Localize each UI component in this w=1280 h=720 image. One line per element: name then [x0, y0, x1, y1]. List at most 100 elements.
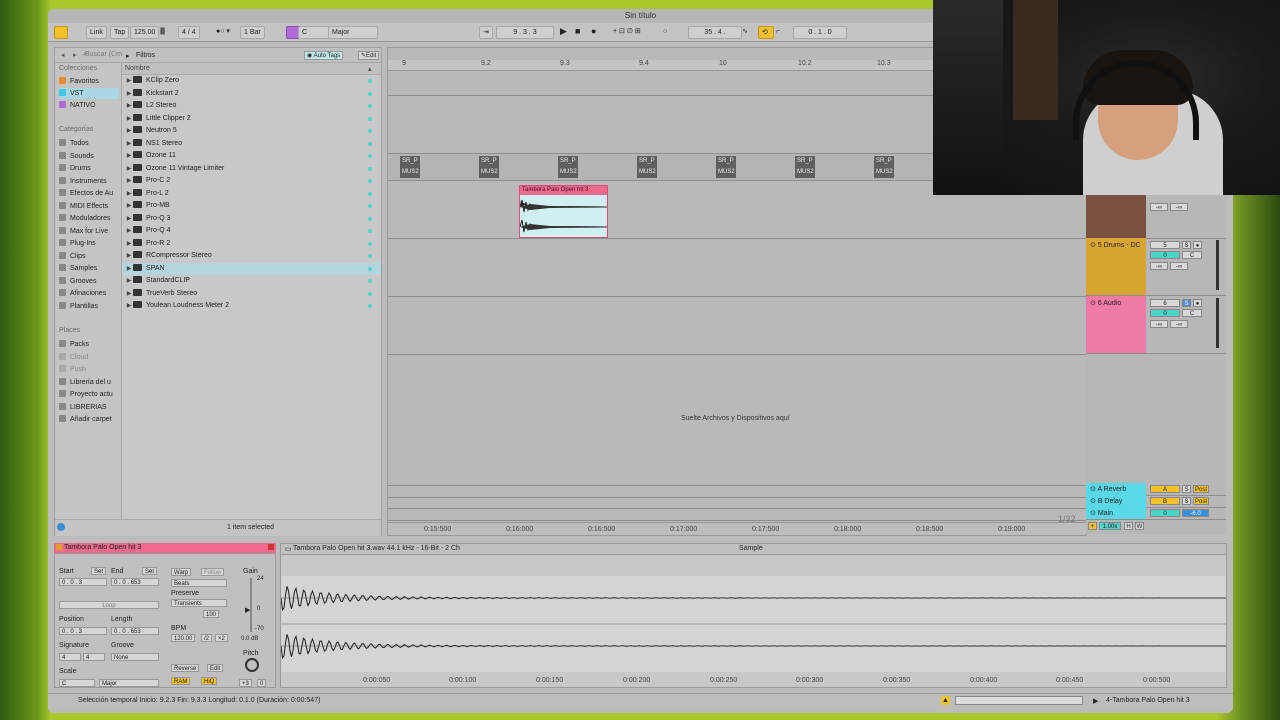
sample-time-ruler[interactable]: 0:00:050 0:00:100 0:00:150 0:00:200 0:00… [281, 674, 1226, 687]
expand-arrow-icon[interactable]: ▶ [125, 163, 133, 176]
category-sounds[interactable]: Sounds [59, 151, 119, 162]
gain-handle-icon[interactable]: ▶ [245, 606, 250, 614]
file-row[interactable]: ▶ Pro-MB [122, 200, 381, 213]
small-clip[interactable]: SR_P MUS2 [558, 156, 578, 178]
clip-color-icon[interactable] [56, 544, 62, 550]
sort-arrow-icon[interactable]: ▴ [368, 65, 372, 73]
w-toggle[interactable]: W [1135, 522, 1144, 530]
return-a-name[interactable]: ⊙ A Reverb [1086, 483, 1146, 495]
track-6-volume-field[interactable]: 0 [1150, 309, 1180, 317]
key-select[interactable]: C [298, 26, 330, 39]
filters-label[interactable]: Filtros [136, 52, 155, 59]
expand-arrow-icon[interactable]: ▶ [125, 250, 133, 263]
return-a-post-button[interactable]: Post [1193, 485, 1209, 493]
signature-denominator[interactable]: 4 [83, 653, 105, 661]
collection-tag-icon[interactable] [368, 91, 372, 96]
tempo-field[interactable]: 125.00 [130, 26, 160, 39]
play-icon[interactable]: ▶ [560, 26, 567, 37]
sample-editor[interactable]: ▭ Tambora Palo Open hit 3.wav 44.1 kHz -… [280, 543, 1227, 688]
place-push[interactable]: Push [59, 364, 119, 375]
file-row[interactable]: ▶ Youlean Loudness Meter 2 [122, 300, 381, 313]
expand-arrow-icon[interactable]: ▶ [125, 175, 133, 188]
file-row[interactable]: ▶ Pro-C 2 [122, 175, 381, 188]
category-modulators[interactable]: Moduladores [59, 213, 119, 224]
position-field[interactable]: 0 . 0 . 3 [59, 627, 107, 635]
track-5-arm-button[interactable]: ● [1193, 241, 1202, 249]
zoom-toggle[interactable]: 1.00x [1099, 522, 1121, 530]
track-inf-field[interactable]: -∞ [1150, 203, 1168, 211]
track-activator-icon[interactable]: ⊙ [1090, 300, 1098, 307]
bpm-field[interactable]: 120.00 [171, 634, 196, 642]
expand-arrow-icon[interactable]: ▶ [125, 150, 133, 163]
clip-activator-icon[interactable] [268, 544, 274, 550]
scale-select[interactable]: Major [328, 26, 378, 39]
stop-icon[interactable]: ■ [575, 26, 580, 37]
expand-arrow-icon[interactable]: ▶ [125, 225, 133, 238]
clip-view-header[interactable]: Tambora Palo Open hit 3 [54, 543, 276, 553]
track-activator-icon[interactable]: ⊙ [1090, 242, 1098, 249]
small-clip[interactable]: SR_P MUS2 [637, 156, 657, 178]
file-row[interactable]: ▶ L2 Stereo [122, 100, 381, 113]
collection-nativo[interactable]: NATIVO [59, 100, 119, 111]
collection-tag-icon[interactable] [368, 166, 372, 171]
end-field[interactable]: 0 . 0 . 653 [111, 578, 159, 586]
collection-tag-icon[interactable] [368, 216, 372, 221]
category-templates[interactable]: Plantillas [59, 301, 119, 312]
collection-favoritos[interactable]: Favoritos [59, 76, 119, 87]
track-header-6-audio[interactable]: ⊙ 6 Audio 6 S ● 0 C -∞ -∞ [1086, 296, 1226, 354]
signature-numerator[interactable]: 4 [59, 653, 81, 661]
ram-button[interactable]: RAM [171, 677, 191, 685]
category-tunings[interactable]: Afinaciones [59, 288, 119, 299]
category-todos[interactable]: Todos [59, 138, 119, 149]
track-activator-icon[interactable]: ⊙ [1090, 498, 1098, 505]
category-drums[interactable]: Drums [59, 163, 119, 174]
category-max-for-live[interactable]: Max for Live [59, 226, 119, 237]
collection-tag-icon[interactable] [368, 104, 372, 108]
category-clips[interactable]: Clips [59, 251, 119, 262]
filters-expand-icon[interactable]: ▸ [126, 52, 130, 60]
scale-mode-select[interactable]: Major [99, 679, 159, 687]
loop-length-field[interactable]: 0 . 1 . 0 [793, 26, 847, 39]
warp-mode-select[interactable]: Beats [171, 579, 227, 587]
collection-tag-icon[interactable] [368, 304, 372, 308]
h-toggle[interactable]: H [1124, 522, 1133, 530]
drop-zone[interactable]: Suelte Archivos y Dispositivos aquí [388, 355, 1086, 485]
hiq-button[interactable]: HiQ [201, 677, 218, 685]
place-user-library[interactable]: Librería del u [59, 377, 119, 388]
overdub-icon[interactable]: + ⊡ ∅ ⊞ [613, 26, 641, 37]
collection-tag-icon[interactable] [368, 116, 372, 121]
reverse-button[interactable]: Reverse [171, 664, 200, 672]
track-5-name-box[interactable]: ⊙ 5 Drums - DC [1086, 238, 1146, 295]
pitch-knob[interactable] [245, 658, 259, 672]
track-5-solo-button[interactable]: S [1182, 241, 1191, 249]
follow-icon[interactable]: ⇥ [479, 26, 493, 39]
length-field[interactable]: 0 . 0 . 653 [111, 627, 159, 635]
collection-tag-icon[interactable] [368, 279, 372, 283]
file-row[interactable]: ▶ RCompressor Stereo [122, 250, 381, 263]
file-row[interactable]: ▶ Little Clipper 2 [122, 113, 381, 126]
track-6-send-a[interactable]: -∞ [1150, 320, 1168, 328]
place-add-folder[interactable]: Añadir carpet [59, 414, 119, 425]
loop-start-field[interactable]: 35 . 4 . [688, 26, 742, 39]
expand-arrow-icon[interactable]: ▶ [125, 263, 133, 276]
category-plug-ins[interactable]: Plug-Ins [59, 238, 119, 249]
expand-arrow-icon[interactable]: ▶ [125, 275, 133, 288]
main-volume-field[interactable]: 0 [1150, 509, 1180, 517]
expand-arrow-icon[interactable]: ▶ [125, 213, 133, 226]
track-lane[interactable] [388, 239, 1086, 297]
link-button[interactable]: Link [86, 26, 107, 39]
scale-key-select[interactable]: C [59, 679, 95, 687]
gain-slider[interactable] [250, 578, 252, 632]
song-position-field[interactable]: 9 . 3 . 3 [496, 26, 554, 39]
info-icon[interactable] [57, 523, 65, 531]
place-cloud[interactable]: Cloud [59, 352, 119, 363]
track-6-solo-button[interactable]: S [1182, 299, 1191, 307]
collection-tag-icon[interactable] [368, 179, 372, 183]
file-row[interactable]: ▶ Kickstart 2 [122, 88, 381, 101]
tap-button[interactable]: Tap [110, 26, 130, 39]
draw-mode-icon[interactable]: ∿ [742, 26, 748, 37]
follow-button[interactable]: Follow [201, 568, 225, 576]
small-clip[interactable]: SR_P MUS2 [874, 156, 894, 178]
audio-clip[interactable]: Tambora Palo Open hit 3 [519, 185, 608, 238]
nav-back-icon[interactable]: ◂ [61, 51, 65, 59]
